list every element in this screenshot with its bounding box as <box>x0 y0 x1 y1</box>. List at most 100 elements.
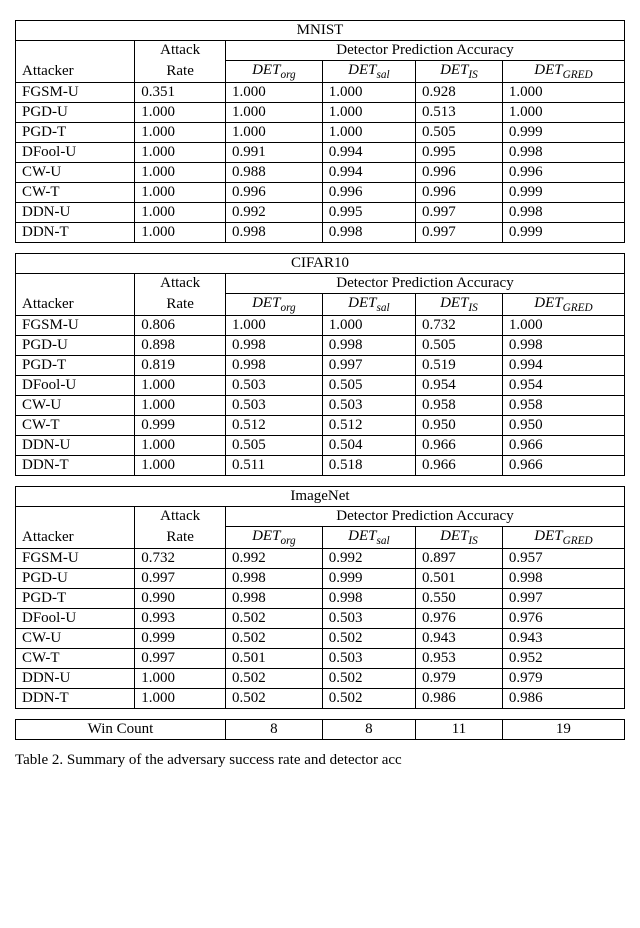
dataset-title: MNIST <box>16 21 625 41</box>
value-cell: 0.502 <box>225 669 322 689</box>
attacker-cell: CW-U <box>16 163 135 183</box>
value-cell: 0.998 <box>225 589 322 609</box>
det-col-header: DETsal <box>322 294 415 316</box>
attacker-header: Attacker <box>16 294 135 316</box>
value-cell: 0.966 <box>416 456 503 476</box>
value-cell: 0.943 <box>416 629 503 649</box>
detector-header: Detector Prediction Accuracy <box>225 507 624 527</box>
attacker-cell: PGD-T <box>16 589 135 609</box>
rate-cell: 1.000 <box>135 183 226 203</box>
rate-cell: 1.000 <box>135 376 226 396</box>
attacker-cell: DFool-U <box>16 609 135 629</box>
table-row: PGD-U0.8980.9980.9980.5050.998 <box>16 336 625 356</box>
value-cell: 0.958 <box>502 396 624 416</box>
value-cell: 0.995 <box>416 143 503 163</box>
attacker-header: Attacker <box>16 61 135 83</box>
table-row: DDN-U1.0000.5020.5020.9790.979 <box>16 669 625 689</box>
value-cell: 0.519 <box>416 356 503 376</box>
value-cell: 0.999 <box>322 569 415 589</box>
table-row: CW-U1.0000.5030.5030.9580.958 <box>16 396 625 416</box>
rate-cell: 1.000 <box>135 143 226 163</box>
value-cell: 0.502 <box>225 609 322 629</box>
value-cell: 0.979 <box>502 669 624 689</box>
table-row: DDN-U1.0000.5050.5040.9660.966 <box>16 436 625 456</box>
det-col-header: DETorg <box>225 61 322 83</box>
det-col-header: DETsal <box>322 527 415 549</box>
value-cell: 0.994 <box>502 356 624 376</box>
blank <box>16 41 135 61</box>
value-cell: 0.997 <box>416 223 503 243</box>
rate-cell: 0.898 <box>135 336 226 356</box>
table-row: PGD-T0.9900.9980.9980.5500.997 <box>16 589 625 609</box>
value-cell: 0.996 <box>322 183 415 203</box>
value-cell: 0.994 <box>322 163 415 183</box>
table-row: DDN-T1.0000.5110.5180.9660.966 <box>16 456 625 476</box>
rate-cell: 1.000 <box>135 203 226 223</box>
value-cell: 0.505 <box>225 436 322 456</box>
table-row: DFool-U0.9930.5020.5030.9760.976 <box>16 609 625 629</box>
table-row: PGD-T1.0001.0001.0000.5050.999 <box>16 123 625 143</box>
attacker-cell: CW-T <box>16 416 135 436</box>
table-caption: Table 2. Summary of the adversary succes… <box>15 752 625 769</box>
value-cell: 0.992 <box>225 203 322 223</box>
value-cell: 0.503 <box>225 396 322 416</box>
rate-cell: 0.806 <box>135 316 226 336</box>
value-cell: 0.998 <box>502 143 624 163</box>
value-cell: 0.512 <box>225 416 322 436</box>
rate-header: Rate <box>135 527 226 549</box>
table-row: DFool-U1.0000.9910.9940.9950.998 <box>16 143 625 163</box>
value-cell: 0.503 <box>322 649 415 669</box>
table-row: DDN-T1.0000.9980.9980.9970.999 <box>16 223 625 243</box>
value-cell: 0.502 <box>225 629 322 649</box>
win-count-cell: 8 <box>322 720 415 740</box>
value-cell: 1.000 <box>322 316 415 336</box>
det-col-header: DETGRED <box>502 294 624 316</box>
value-cell: 0.928 <box>416 83 503 103</box>
attacker-cell: DDN-U <box>16 436 135 456</box>
table-row: CW-T1.0000.9960.9960.9960.999 <box>16 183 625 203</box>
value-cell: 0.897 <box>416 549 503 569</box>
attacker-cell: FGSM-U <box>16 316 135 336</box>
attacker-header: Attacker <box>16 527 135 549</box>
value-cell: 1.000 <box>502 316 624 336</box>
value-cell: 1.000 <box>225 83 322 103</box>
detector-header: Detector Prediction Accuracy <box>225 41 624 61</box>
value-cell: 0.513 <box>416 103 503 123</box>
value-cell: 0.996 <box>502 163 624 183</box>
rate-cell: 0.351 <box>135 83 226 103</box>
rate-cell: 0.990 <box>135 589 226 609</box>
rate-cell: 0.999 <box>135 416 226 436</box>
value-cell: 0.502 <box>322 629 415 649</box>
value-cell: 0.986 <box>502 689 624 709</box>
value-cell: 0.957 <box>502 549 624 569</box>
value-cell: 1.000 <box>322 123 415 143</box>
value-cell: 0.966 <box>502 436 624 456</box>
det-col-header: DETGRED <box>502 61 624 83</box>
det-col-header: DETIS <box>416 294 503 316</box>
value-cell: 0.953 <box>416 649 503 669</box>
value-cell: 1.000 <box>225 316 322 336</box>
dataset-title: CIFAR10 <box>16 254 625 274</box>
det-col-header: DETorg <box>225 527 322 549</box>
value-cell: 0.952 <box>502 649 624 669</box>
blank <box>16 274 135 294</box>
rate-header: Rate <box>135 61 226 83</box>
table-row: FGSM-U0.8061.0001.0000.7321.000 <box>16 316 625 336</box>
attacker-cell: PGD-T <box>16 123 135 143</box>
blank <box>16 507 135 527</box>
attacker-cell: DDN-T <box>16 456 135 476</box>
attacker-cell: PGD-U <box>16 103 135 123</box>
detector-header: Detector Prediction Accuracy <box>225 274 624 294</box>
value-cell: 0.997 <box>322 356 415 376</box>
value-cell: 0.505 <box>322 376 415 396</box>
value-cell: 0.994 <box>322 143 415 163</box>
attacker-cell: FGSM-U <box>16 549 135 569</box>
value-cell: 1.000 <box>225 123 322 143</box>
attacker-cell: PGD-U <box>16 336 135 356</box>
attacker-cell: DDN-U <box>16 203 135 223</box>
table-row: CW-T0.9970.5010.5030.9530.952 <box>16 649 625 669</box>
value-cell: 0.732 <box>416 316 503 336</box>
value-cell: 0.998 <box>502 336 624 356</box>
table-row: DDN-T1.0000.5020.5020.9860.986 <box>16 689 625 709</box>
value-cell: 0.999 <box>502 223 624 243</box>
